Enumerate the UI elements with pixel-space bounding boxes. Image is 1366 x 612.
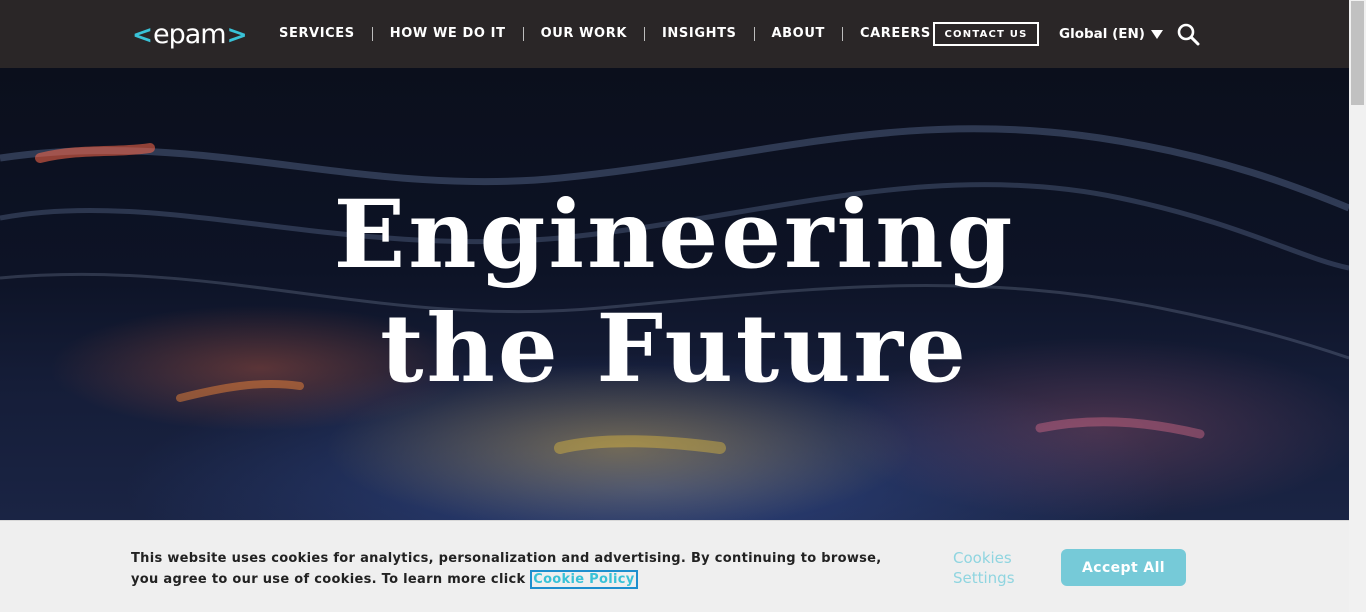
logo-left-bracket: < <box>132 19 153 49</box>
cookie-banner: This website uses cookies for analytics,… <box>0 520 1349 612</box>
cookies-settings-link[interactable]: Cookies Settings <box>953 548 1033 588</box>
vertical-scrollbar[interactable] <box>1349 0 1366 612</box>
cookie-message-text: This website uses cookies for analytics,… <box>131 551 882 587</box>
contact-us-button[interactable]: CONTACT US <box>933 22 1039 46</box>
nav-item-services[interactable]: SERVICES <box>262 24 372 44</box>
language-selector[interactable]: Global (EN) <box>1059 24 1163 44</box>
nav-item-how-we-do-it[interactable]: HOW WE DO IT <box>373 24 523 44</box>
nav-item-our-work[interactable]: OUR WORK <box>524 24 644 44</box>
page: < epam > SERVICES HOW WE DO IT OUR WORK … <box>0 0 1349 612</box>
nav-item-insights[interactable]: INSIGHTS <box>645 24 754 44</box>
hero-title-line-2: the Future <box>380 294 969 404</box>
main-nav: SERVICES HOW WE DO IT OUR WORK INSIGHTS … <box>262 24 948 44</box>
search-button[interactable] <box>1176 22 1200 46</box>
search-icon <box>1177 23 1200 46</box>
epam-logo[interactable]: < epam > <box>132 17 248 51</box>
hero-title-line-1: Engineering <box>333 180 1016 290</box>
scrollbar-thumb[interactable] <box>1351 1 1364 105</box>
caret-down-icon <box>1150 29 1163 39</box>
logo-word: epam <box>152 18 227 50</box>
cookie-message: This website uses cookies for analytics,… <box>131 548 911 590</box>
hero-banner: Engineering the Future <box>0 68 1349 520</box>
nav-item-about[interactable]: ABOUT <box>755 24 842 44</box>
accept-all-button[interactable]: Accept All <box>1061 549 1186 586</box>
cookie-policy-link[interactable]: Cookie Policy <box>530 570 638 589</box>
logo-right-bracket: > <box>226 19 248 49</box>
language-label: Global (EN) <box>1059 26 1145 42</box>
site-header: < epam > SERVICES HOW WE DO IT OUR WORK … <box>0 0 1349 68</box>
hero-title: Engineering the Future <box>0 178 1349 406</box>
